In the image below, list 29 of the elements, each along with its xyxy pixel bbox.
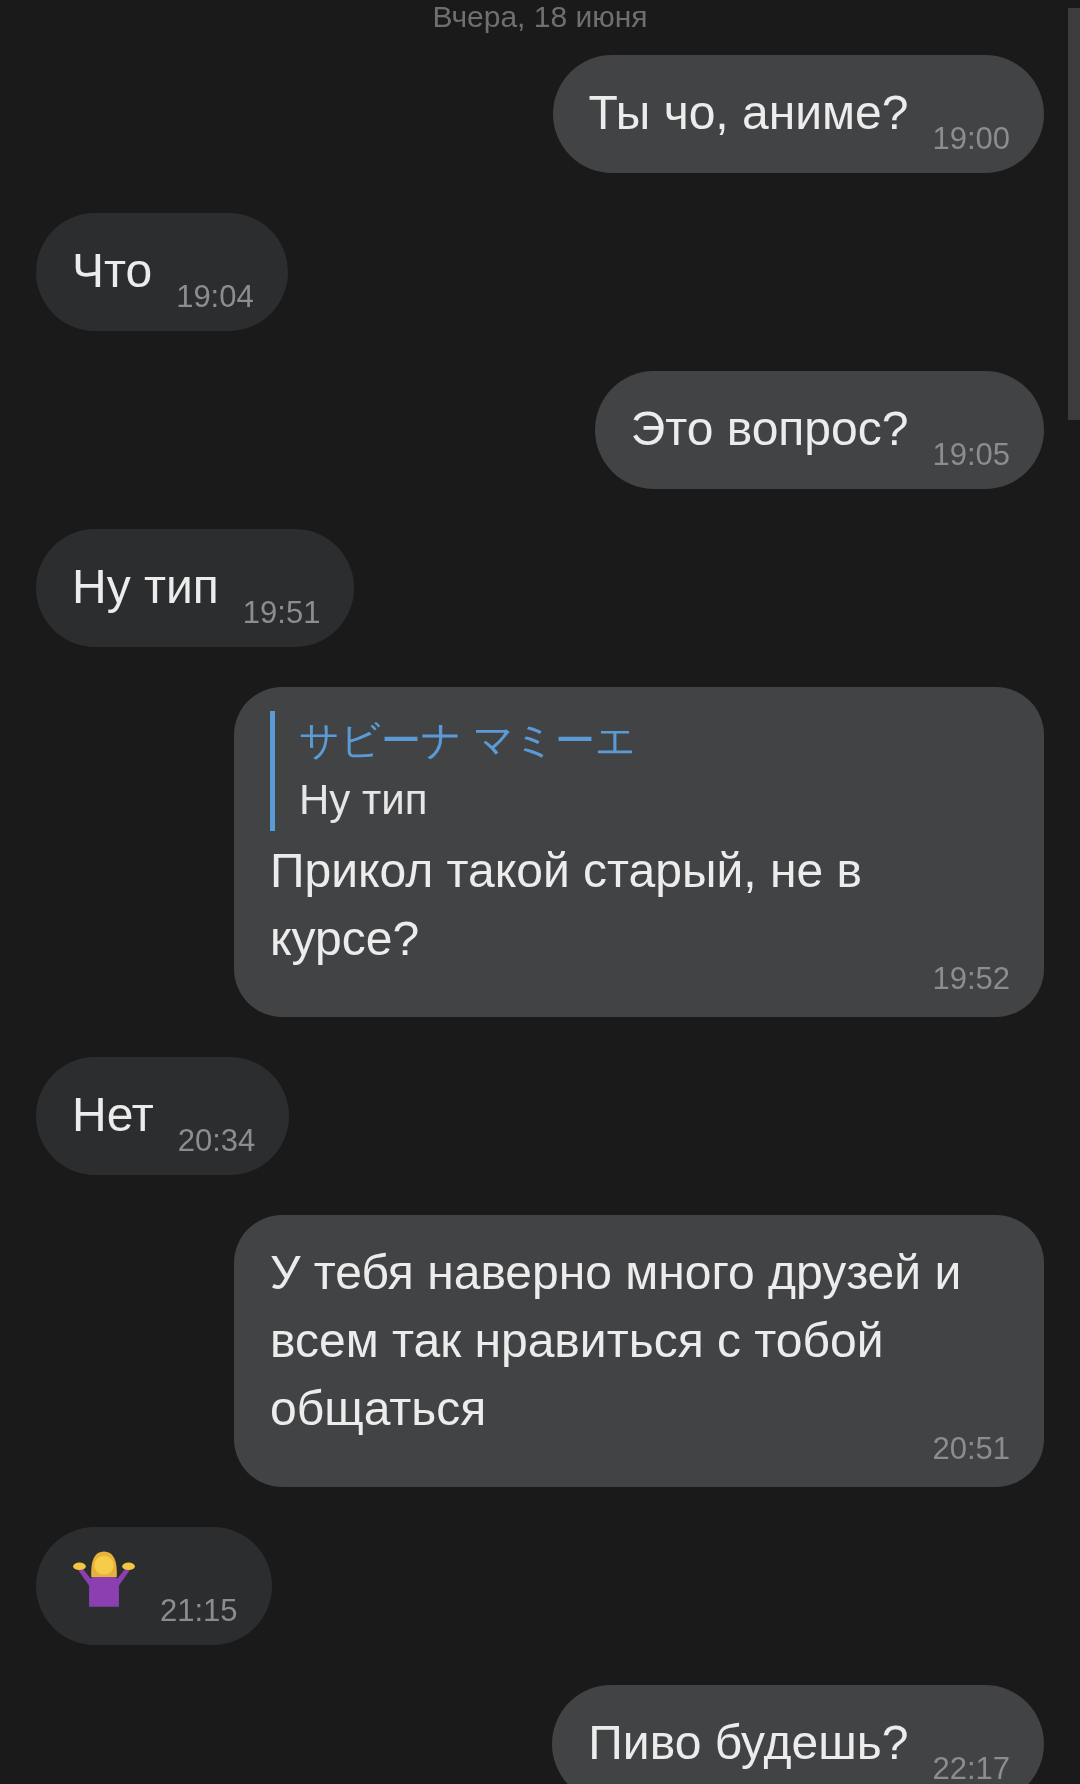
message-text: Это вопрос? [630, 401, 909, 457]
message-text: Прикол такой старый, не в курсе? [270, 843, 863, 967]
quote-text: Ну тип [299, 775, 429, 825]
message-time: 19:51 [242, 594, 321, 632]
message-bubble[interactable]: У тебя наверно много друзей и всем так нравиться с тобой общаться 20:51 [234, 1215, 1044, 1487]
message-time: 19:52 [932, 960, 1010, 998]
message-text: Что [72, 243, 153, 299]
message-time: 22:17 [932, 1750, 1010, 1784]
message-bubble[interactable]: サビーナ マミーエ Ну тип Прикол такой старый, не в курсе? 19:52 [234, 687, 1044, 1017]
message-bubble[interactable]: Что 19:04 [36, 213, 288, 331]
quote-author: サビーナ マミーエ [299, 717, 638, 764]
message-text: Ну тип [72, 559, 219, 615]
message-bubble[interactable]: 21:15 [36, 1527, 272, 1645]
date-header: Вчера, 18 июня [431, 0, 649, 34]
message-text: Нет [72, 1087, 154, 1143]
message-bubble[interactable]: Это вопрос? 19:05 [594, 371, 1044, 489]
message-time: 19:04 [176, 278, 254, 316]
scrollbar-thumb[interactable] [1068, 8, 1080, 420]
message-time: 20:34 [177, 1122, 256, 1160]
message-bubble[interactable]: Ты чо, аниме? 19:00 [552, 55, 1044, 173]
message-bubble[interactable]: Пиво будешь? 22:17 [552, 1685, 1044, 1784]
message-text: Пиво будешь? [588, 1715, 909, 1771]
reply-quote[interactable]: サビーナ マミーエ Ну тип [270, 711, 1010, 831]
message-bubble[interactable]: Нет 20:34 [36, 1057, 290, 1175]
message-time: 19:00 [932, 120, 1010, 158]
message-time: 21:15 [160, 1592, 238, 1630]
message-text: Ты чо, аниме? [588, 85, 909, 141]
message-time: 19:05 [932, 436, 1010, 474]
message-bubble[interactable]: Ну тип 19:51 [36, 529, 355, 647]
